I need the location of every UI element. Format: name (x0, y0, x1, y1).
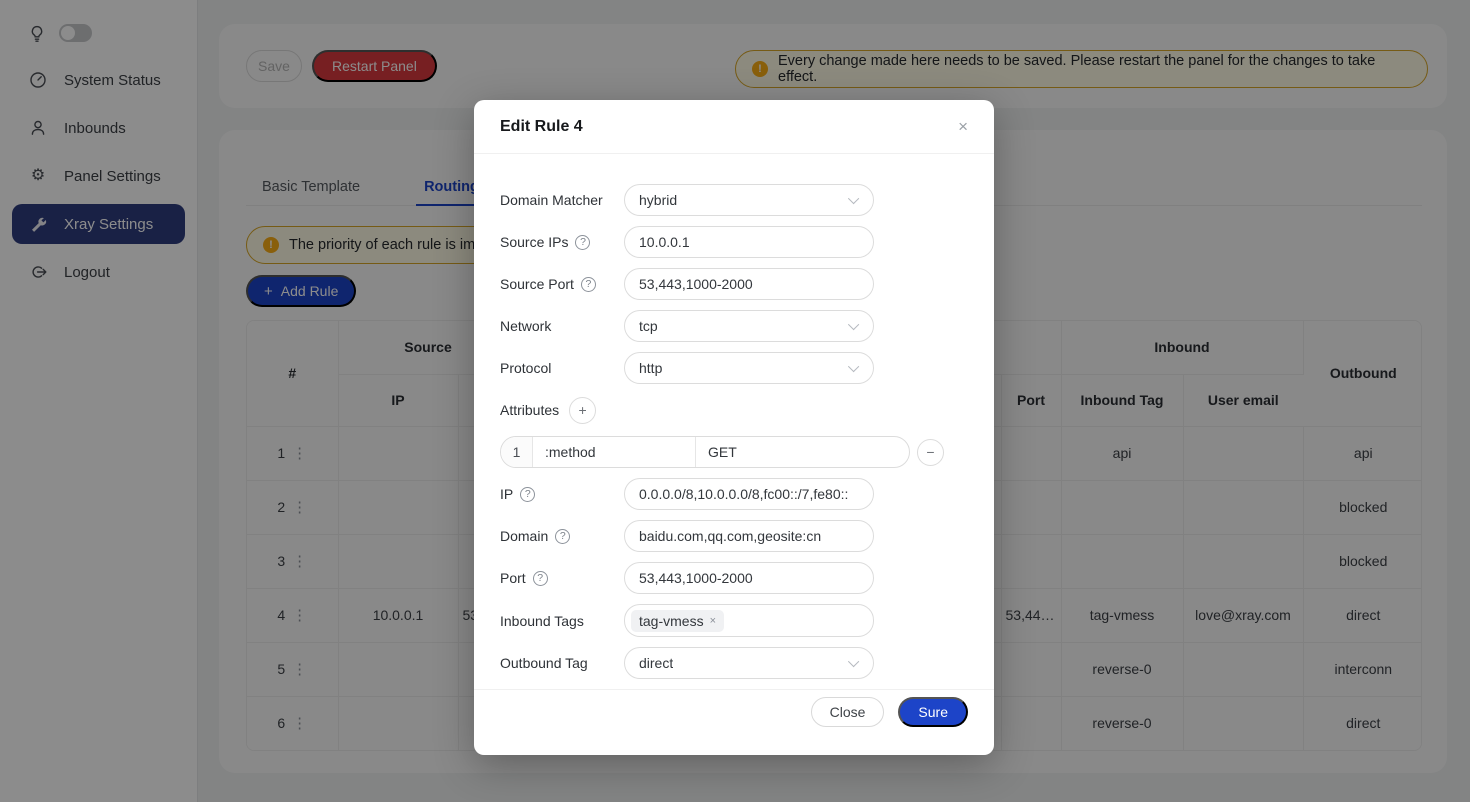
chevron-down-icon (848, 193, 859, 204)
help-icon[interactable]: ? (581, 277, 596, 292)
modal-sure-button[interactable]: Sure (898, 697, 968, 727)
close-icon[interactable]: × (958, 118, 968, 135)
domain-input[interactable]: baidu.com,qq.com,geosite:cn (624, 520, 874, 552)
help-icon[interactable]: ? (555, 529, 570, 544)
field-network: Network tcp (500, 310, 968, 342)
field-label: IP ? (500, 486, 624, 502)
chevron-down-icon (848, 319, 859, 330)
field-port: Port ? 53,443,1000-2000 (500, 562, 968, 594)
attribute-key-input[interactable]: :method (533, 437, 696, 467)
attribute-row: 1 :method GET − (500, 436, 968, 468)
inbound-tags-select[interactable]: tag-vmess × (624, 604, 874, 637)
help-icon[interactable]: ? (520, 487, 535, 502)
field-ip: IP ? 0.0.0.0/8,10.0.0.0/8,fc00::/7,fe80:… (500, 478, 968, 510)
field-source-port: Source Port ? 53,443,1000-2000 (500, 268, 968, 300)
edit-rule-modal: Edit Rule 4 × Domain Matcher hybrid Sour… (474, 100, 994, 755)
help-icon[interactable]: ? (533, 571, 548, 586)
attribute-box: 1 :method GET (500, 436, 910, 468)
field-inbound-tags: Inbound Tags tag-vmess × (500, 604, 968, 637)
field-label: Inbound Tags (500, 613, 624, 629)
ip-input[interactable]: 0.0.0.0/8,10.0.0.0/8,fc00::/7,fe80:: (624, 478, 874, 510)
field-label: Attributes + (500, 397, 624, 424)
modal-title: Edit Rule 4 (500, 118, 583, 136)
field-label: Outbound Tag (500, 655, 624, 671)
field-outbound-tag: Outbound Tag direct (500, 647, 968, 679)
field-label: Network (500, 318, 624, 334)
chevron-down-icon (848, 656, 859, 667)
field-label: Source IPs ? (500, 234, 624, 250)
remove-tag-icon[interactable]: × (710, 615, 716, 627)
field-protocol: Protocol http (500, 352, 968, 384)
domain-matcher-select[interactable]: hybrid (624, 184, 874, 216)
source-ips-input[interactable]: 10.0.0.1 (624, 226, 874, 258)
field-label: Domain Matcher (500, 192, 624, 208)
source-port-input[interactable]: 53,443,1000-2000 (624, 268, 874, 300)
network-select[interactable]: tcp (624, 310, 874, 342)
tag-chip: tag-vmess × (631, 610, 724, 632)
modal-footer: Close Sure (474, 689, 994, 734)
field-attributes-label: Attributes + (500, 394, 968, 426)
field-label: Port ? (500, 570, 624, 586)
field-domain: Domain ? baidu.com,qq.com,geosite:cn (500, 520, 968, 552)
outbound-tag-select[interactable]: direct (624, 647, 874, 679)
modal-close-button[interactable]: Close (811, 697, 885, 727)
field-label: Protocol (500, 360, 624, 376)
port-input[interactable]: 53,443,1000-2000 (624, 562, 874, 594)
help-icon[interactable]: ? (575, 235, 590, 250)
field-domain-matcher: Domain Matcher hybrid (500, 184, 968, 216)
add-attribute-button[interactable]: + (569, 397, 596, 424)
attribute-index: 1 (501, 437, 533, 467)
remove-attribute-button[interactable]: − (917, 439, 944, 466)
protocol-select[interactable]: http (624, 352, 874, 384)
field-source-ips: Source IPs ? 10.0.0.1 (500, 226, 968, 258)
field-label: Domain ? (500, 528, 624, 544)
chevron-down-icon (848, 361, 859, 372)
field-label: Source Port ? (500, 276, 624, 292)
attribute-value-input[interactable]: GET (696, 437, 909, 467)
modal-body: Domain Matcher hybrid Source IPs ? 10.0.… (474, 154, 994, 679)
modal-header: Edit Rule 4 × (474, 100, 994, 154)
